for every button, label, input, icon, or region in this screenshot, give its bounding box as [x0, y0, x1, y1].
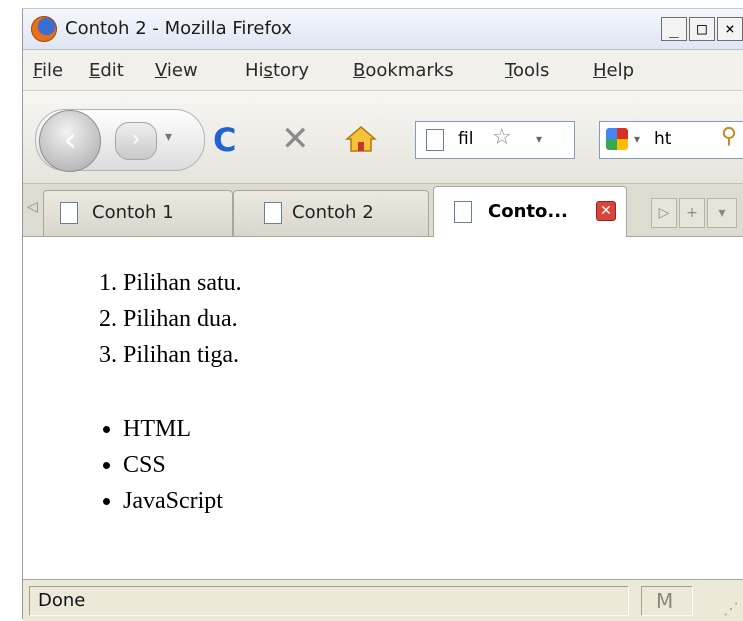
mail-icon: M: [656, 589, 674, 613]
page-icon: [454, 201, 472, 223]
tab-contoh-2[interactable]: Contoh 2: [233, 190, 429, 236]
reload-icon[interactable]: C: [213, 121, 236, 159]
menu-history-label: tory: [272, 60, 310, 81]
menu-tools-label: ools: [512, 60, 550, 81]
list-item: HTML: [123, 411, 223, 447]
menu-tools-accel: T: [505, 60, 513, 81]
search-bar[interactable]: ▾ ht ⚲: [599, 121, 743, 159]
stop-icon[interactable]: ✕: [281, 119, 310, 159]
maximize-button[interactable]: □: [689, 17, 715, 41]
forward-button[interactable]: ›: [115, 122, 157, 160]
menu-view[interactable]: View: [155, 60, 198, 81]
menu-help-accel: H: [593, 60, 607, 81]
home-icon[interactable]: [345, 125, 377, 153]
tab-close-icon[interactable]: ✕: [596, 201, 616, 221]
window-controls: _ □ ×: [661, 17, 743, 41]
search-input[interactable]: ht: [654, 129, 671, 149]
menu-view-accel: V: [155, 60, 167, 81]
tab-label: Contoh 2: [292, 202, 374, 223]
menu-edit-accel: E: [89, 60, 101, 81]
google-logo-icon[interactable]: [606, 128, 628, 150]
menu-bar: File Edit View History Bookmarks Tools H…: [23, 50, 743, 91]
menu-file-label: ile: [42, 60, 64, 81]
list-item: CSS: [123, 447, 223, 483]
status-text: Done: [38, 590, 86, 611]
page-content: Pilihan satu. Pilihan dua. Pilihan tiga.…: [23, 237, 743, 579]
search-icon[interactable]: ⚲: [721, 124, 737, 149]
menu-help-label: elp: [606, 60, 635, 81]
unordered-list: HTML CSS JavaScript: [123, 411, 223, 519]
window-title: Contoh 2 - Mozilla Firefox: [65, 18, 292, 39]
tab-scroll-right-icon[interactable]: ▷: [651, 198, 677, 228]
menu-history-accel: s: [263, 60, 273, 81]
tab-label: Conto...: [488, 201, 568, 222]
menu-edit[interactable]: Edit: [89, 60, 124, 81]
tab-contoh-1[interactable]: Contoh 1: [43, 190, 233, 236]
list-item: Pilihan satu.: [123, 265, 242, 301]
menu-history-pre: Hi: [245, 60, 264, 81]
menu-bookmarks-label: ookmarks: [365, 60, 454, 81]
menu-history[interactable]: History: [245, 60, 309, 81]
menu-tools[interactable]: Tools: [505, 60, 549, 81]
close-button[interactable]: ×: [717, 17, 743, 41]
menu-edit-label: dit: [100, 60, 124, 81]
resize-grip-icon[interactable]: ⋰: [723, 599, 739, 618]
tab-active[interactable]: Conto... ✕: [433, 186, 627, 237]
tab-label: Contoh 1: [92, 202, 174, 223]
browser-window: Contoh 2 - Mozilla Firefox _ □ × File Ed…: [22, 8, 743, 621]
menu-view-label: iew: [166, 60, 198, 81]
url-bar[interactable]: fil ☆ ▾: [415, 121, 575, 159]
page-icon: [264, 202, 282, 224]
list-item: Pilihan dua.: [123, 301, 242, 337]
status-indicator[interactable]: M: [641, 586, 693, 616]
tab-scroll-left-icon[interactable]: ◁: [27, 199, 38, 215]
page-icon: [426, 129, 444, 151]
status-bar: Done M ⋰: [23, 579, 743, 621]
navigation-toolbar: ‹ › ▾ C ✕ fil ☆ ▾ ▾ ht ⚲: [23, 91, 743, 184]
new-tab-icon[interactable]: +: [679, 198, 705, 228]
menu-bookmarks-accel: B: [353, 60, 366, 81]
minimize-button[interactable]: _: [661, 17, 687, 41]
menu-help[interactable]: Help: [593, 60, 634, 81]
bookmark-star-icon[interactable]: ☆: [492, 125, 512, 150]
list-item: Pilihan tiga.: [123, 337, 242, 373]
back-button[interactable]: ‹: [39, 110, 101, 172]
list-all-tabs-icon[interactable]: ▾: [707, 198, 737, 228]
firefox-logo-icon: [31, 16, 57, 42]
url-dropdown-icon[interactable]: ▾: [536, 132, 542, 146]
url-text[interactable]: fil: [458, 129, 473, 149]
status-panel: Done: [29, 586, 629, 616]
tab-bar: ◁ Contoh 1 Contoh 2 Conto... ✕ ▷ + ▾: [23, 184, 743, 237]
menu-file[interactable]: File: [33, 60, 63, 81]
menu-file-accel: F: [33, 60, 43, 81]
ordered-list: Pilihan satu. Pilihan dua. Pilihan tiga.: [123, 265, 242, 373]
history-dropdown-icon[interactable]: ▾: [165, 129, 172, 145]
title-bar: Contoh 2 - Mozilla Firefox _ □ ×: [23, 9, 743, 50]
search-engine-dropdown-icon[interactable]: ▾: [634, 132, 640, 146]
list-item: JavaScript: [123, 483, 223, 519]
menu-bookmarks[interactable]: Bookmarks: [353, 60, 454, 81]
page-icon: [60, 202, 78, 224]
